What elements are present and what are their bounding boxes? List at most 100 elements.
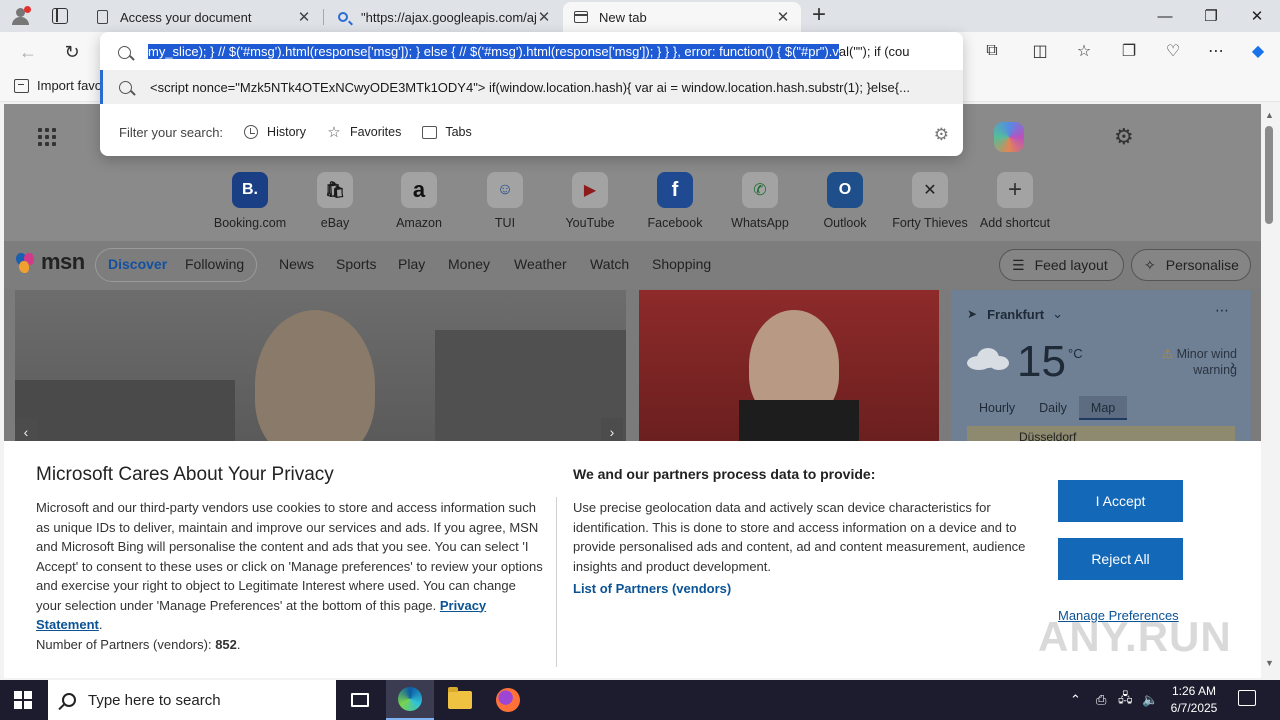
nav-tab-following[interactable]: Following <box>185 256 244 272</box>
profile-avatar-icon[interactable] <box>10 6 32 26</box>
list-of-partners-link[interactable]: List of Partners (vendors) <box>573 581 731 596</box>
shortcut-label: eBay <box>320 216 350 230</box>
scroll-up-arrow-icon[interactable]: ▲ <box>1265 110 1274 120</box>
nav-tab-news[interactable]: News <box>279 256 314 272</box>
shortcut-facebook[interactable]: f Facebook <box>633 172 717 230</box>
taskbar-search-box[interactable]: Type here to search <box>48 680 336 720</box>
tray-overflow-icon[interactable]: ⌃ <box>1070 680 1081 720</box>
tab-googleapis[interactable]: "https://ajax.googleapis.com/ajax/libs/j… <box>325 2 562 32</box>
accept-button[interactable]: I Accept <box>1058 480 1183 522</box>
taskbar-firefox[interactable] <box>484 680 532 720</box>
tab-title: "https://ajax.googleapis.com/ajax/libs/j… <box>361 9 536 25</box>
search-suggestion[interactable]: <script nonce="Mzk5NTk4OTExNCwyODE3MTk1O… <box>100 70 963 104</box>
app-launcher-icon[interactable] <box>38 128 58 146</box>
refresh-icon[interactable]: ↻ <box>58 38 86 66</box>
filter-favorites[interactable]: ☆ Favorites <box>326 124 401 141</box>
windows-start-icon[interactable] <box>14 691 32 709</box>
address-text[interactable]: my_slice); } // $('#msg').html(response[… <box>148 44 943 59</box>
chevron-down-icon: ⌄ <box>1052 306 1064 321</box>
msn-logo[interactable]: msn <box>16 249 85 275</box>
weather-tab-hourly[interactable]: Hourly <box>967 396 1027 420</box>
collections-icon[interactable]: ❐ <box>1117 40 1141 62</box>
nav-tab-discover[interactable]: Discover <box>108 256 167 272</box>
new-tab-button[interactable]: + <box>808 3 830 27</box>
forty-thieves-icon: ✕ <box>912 172 948 208</box>
amazon-icon: a <box>401 172 437 208</box>
weather-card[interactable]: ➤ Frankfurt ⌄ ⋯ 15 °C ⚠ Minor wind warni… <box>951 290 1251 442</box>
filter-tabs[interactable]: Tabs <box>421 124 472 140</box>
scroll-thumb[interactable] <box>1265 126 1273 224</box>
weather-warning[interactable]: ⚠ Minor wind warning <box>1137 346 1237 378</box>
task-view-button[interactable] <box>336 680 384 720</box>
system-clock[interactable]: 1:26 AM 6/7/2025 <box>1166 683 1222 717</box>
shortcut-outlook[interactable]: O Outlook <box>803 172 887 230</box>
nav-tab-play[interactable]: Play <box>398 256 425 272</box>
privacy-consent-banner: Microsoft Cares About Your Privacy Micro… <box>4 441 1261 678</box>
taskbar-file-explorer[interactable] <box>436 680 484 720</box>
weather-map[interactable]: Düsseldorf <box>967 426 1235 442</box>
import-favorites-button[interactable]: Import favo <box>14 78 102 93</box>
weather-tabs: Hourly Daily Map <box>967 396 1128 420</box>
reject-all-button[interactable]: Reject All <box>1058 538 1183 580</box>
shortcut-tui[interactable]: ☺ TUI <box>463 172 547 230</box>
nav-tab-watch[interactable]: Watch <box>590 256 629 272</box>
browser-essentials-icon[interactable]: ♡ <box>1161 40 1185 62</box>
close-tab-icon[interactable]: ✕ <box>775 8 791 26</box>
tab-access-document[interactable]: Access your document ✕ <box>84 2 322 32</box>
back-arrow-icon[interactable]: ← <box>14 38 42 66</box>
tab-new-tab[interactable]: New tab ✕ <box>563 2 801 32</box>
nav-tab-sports[interactable]: Sports <box>336 256 376 272</box>
news-photo-person <box>255 310 375 442</box>
close-tab-icon[interactable]: ✕ <box>296 8 312 26</box>
shortcut-label: Forty Thieves <box>892 216 968 230</box>
clock-time: 1:26 AM <box>1171 684 1217 698</box>
shortcut-youtube[interactable]: ▶ YouTube <box>548 172 632 230</box>
weather-tab-map[interactable]: Map <box>1078 396 1128 420</box>
tab-title: Access your document <box>120 9 252 25</box>
close-window-button[interactable]: ✕ <box>1234 0 1280 32</box>
personalise-button[interactable]: ✧ Personalise <box>1131 249 1251 281</box>
extensions-icon[interactable]: ⧉ <box>980 40 1004 62</box>
filter-label: Filter your search: <box>119 124 224 140</box>
nav-tab-money[interactable]: Money <box>448 256 490 272</box>
close-tab-icon[interactable]: ✕ <box>536 8 552 26</box>
feed-layout-button[interactable]: ☰ Feed layout <box>999 249 1124 281</box>
add-shortcut-button[interactable]: + Add shortcut <box>973 172 1057 230</box>
notifications-icon[interactable] <box>1238 690 1256 706</box>
sparkle-icon: ✧ <box>1144 256 1156 273</box>
more-options-icon[interactable]: ⋯ <box>1215 302 1229 319</box>
tab-title: New tab <box>599 9 647 25</box>
news-card-second[interactable] <box>639 290 939 442</box>
shortcut-booking[interactable]: B. Booking.com <box>208 172 292 230</box>
shortcut-whatsapp[interactable]: ✆ WhatsApp <box>718 172 802 230</box>
search-settings-gear-icon[interactable]: ⚙ <box>934 125 949 145</box>
nav-tab-weather[interactable]: Weather <box>514 256 567 272</box>
feed-layout-label: Feed layout <box>1034 257 1108 273</box>
shortcut-amazon[interactable]: a Amazon <box>377 172 461 230</box>
page-settings-gear-icon[interactable]: ⚙ <box>1114 124 1134 150</box>
network-icon[interactable]: 🖧 <box>1118 680 1133 720</box>
youtube-icon: ▶ <box>572 172 608 208</box>
copilot-logo-icon[interactable] <box>994 122 1024 152</box>
nav-tab-shopping[interactable]: Shopping <box>652 256 711 272</box>
news-card-hero[interactable] <box>15 290 626 442</box>
shortcut-label: TUI <box>494 216 516 230</box>
minimize-button[interactable]: — <box>1142 0 1188 32</box>
tray-device-icon[interactable]: ⎙ <box>1096 680 1106 720</box>
volume-icon[interactable]: 🔈 <box>1142 680 1158 720</box>
chevron-right-icon[interactable]: › <box>1230 356 1235 372</box>
maximize-button[interactable]: ❐ <box>1188 0 1234 32</box>
copilot-icon[interactable]: ◆ <box>1246 40 1270 62</box>
address-input[interactable]: my_slice); } // $('#msg').html(response[… <box>100 36 963 68</box>
tab-actions-icon[interactable] <box>52 8 68 24</box>
favorites-star-icon[interactable]: ☆ <box>1072 40 1096 62</box>
shortcut-forty-thieves[interactable]: ✕ Forty Thieves <box>888 172 972 230</box>
filter-history[interactable]: History <box>243 124 306 140</box>
weather-tab-daily[interactable]: Daily <box>1027 396 1079 420</box>
more-menu-icon[interactable]: ⋯ <box>1204 40 1228 62</box>
weather-location[interactable]: ➤ Frankfurt ⌄ <box>967 306 1063 322</box>
split-screen-icon[interactable]: ◫ <box>1028 40 1052 62</box>
taskbar-edge[interactable] <box>386 680 434 720</box>
scroll-down-arrow-icon[interactable]: ▼ <box>1265 658 1274 668</box>
shortcut-ebay[interactable]: 🛍 eBay <box>293 172 377 230</box>
